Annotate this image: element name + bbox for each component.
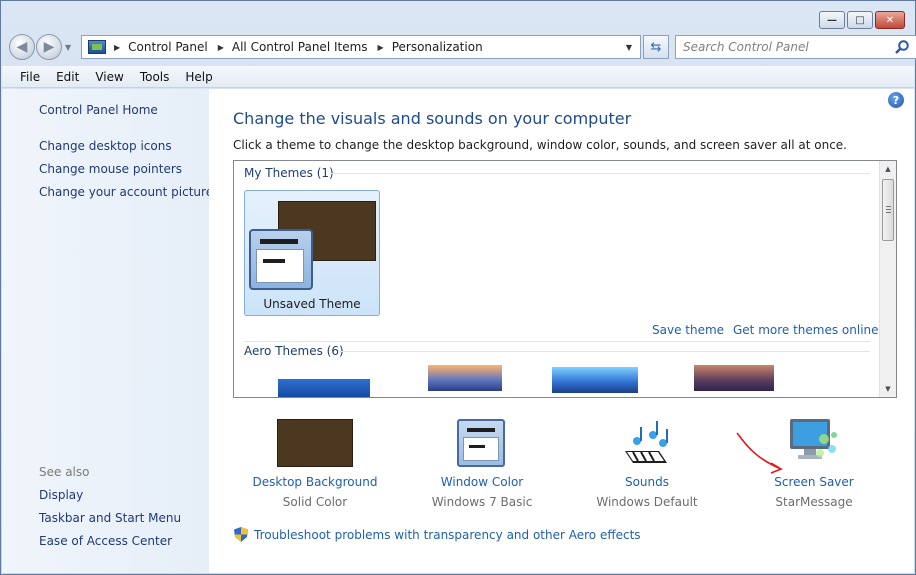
forward-button[interactable]: ▶: [36, 34, 62, 60]
desktop-background-setting[interactable]: Desktop Background Solid Color: [235, 417, 395, 509]
menu-view[interactable]: View: [87, 70, 131, 84]
ease-of-access-link[interactable]: Ease of Access Center: [39, 534, 172, 548]
troubleshoot-link-text[interactable]: Troubleshoot problems with transparency …: [254, 528, 641, 542]
theme-tile-unsaved[interactable]: Unsaved Theme: [244, 190, 380, 316]
scroll-down-icon[interactable]: ▼: [880, 381, 896, 397]
see-also-heading: See also: [39, 465, 90, 479]
aero-theme-thumbnail[interactable]: [428, 365, 502, 391]
page-title: Change the visuals and sounds on your co…: [233, 109, 632, 128]
sounds-value: Windows Default: [596, 495, 698, 509]
breadcrumb-all-items[interactable]: All Control Panel Items: [232, 40, 368, 54]
menu-tools[interactable]: Tools: [132, 70, 178, 84]
desktop-background-icon: [277, 419, 353, 467]
search-input[interactable]: Search Control Panel: [676, 40, 894, 54]
menu-bar: File Edit View Tools Help: [2, 66, 914, 88]
navigation-bar: ◀ ▶ ▼ ▶ Control Panel ▶ All Control Pane…: [9, 33, 916, 61]
close-button[interactable]: ✕: [875, 11, 905, 29]
screen-saver-value: StarMessage: [775, 495, 853, 509]
sounds-setting[interactable]: Sounds Windows Default: [567, 417, 727, 509]
address-dropdown-icon[interactable]: ▼: [626, 43, 632, 52]
taskbar-start-menu-link[interactable]: Taskbar and Start Menu: [39, 511, 181, 525]
group-divider: [330, 173, 870, 174]
shield-icon: [234, 527, 248, 542]
group-divider: [338, 351, 870, 352]
refresh-button[interactable]: ⇆: [643, 35, 669, 59]
my-themes-heading: My Themes (1): [244, 166, 334, 180]
group-divider: [244, 341, 870, 342]
save-theme-link[interactable]: Save theme: [652, 323, 724, 337]
desktop-background-value: Solid Color: [282, 495, 348, 509]
aero-theme-thumbnail[interactable]: [694, 365, 774, 391]
theme-name: Unsaved Theme: [263, 297, 361, 311]
scroll-up-icon[interactable]: ▲: [880, 161, 896, 177]
window-controls: — □ ✕: [819, 11, 905, 29]
window-color-icon: [457, 419, 505, 467]
breadcrumb-separator-icon[interactable]: ▶: [218, 43, 224, 52]
change-mouse-pointers-link[interactable]: Change mouse pointers: [39, 162, 182, 176]
maximize-button[interactable]: □: [847, 11, 873, 29]
themes-scrollbar[interactable]: ▲ ▼: [879, 161, 896, 397]
change-desktop-icons-link[interactable]: Change desktop icons: [39, 139, 172, 153]
screen-saver-icon: [790, 419, 837, 459]
recent-pages-dropdown-icon[interactable]: ▼: [65, 43, 71, 52]
breadcrumb-separator-icon[interactable]: ▶: [378, 43, 384, 52]
themes-list[interactable]: My Themes (1) Unsaved Theme Save theme G…: [233, 160, 897, 398]
change-account-picture-link[interactable]: Change your account picture: [39, 185, 213, 199]
sounds-link[interactable]: Sounds: [567, 475, 727, 489]
sounds-icon: [625, 421, 668, 463]
menu-edit[interactable]: Edit: [48, 70, 87, 84]
help-icon[interactable]: ?: [888, 92, 904, 108]
aero-themes-heading: Aero Themes (6): [244, 344, 344, 358]
theme-window-preview: [249, 229, 313, 290]
control-panel-icon: [88, 40, 106, 54]
minimize-button[interactable]: —: [819, 11, 845, 29]
breadcrumb-personalization[interactable]: Personalization: [392, 40, 483, 54]
aero-theme-thumbnail[interactable]: [278, 379, 370, 397]
aero-theme-thumbnail[interactable]: [552, 367, 638, 393]
window-color-value: Windows 7 Basic: [431, 495, 533, 509]
search-icon[interactable]: [894, 39, 910, 55]
personalization-window: — □ ✕ ◀ ▶ ▼ ▶ Control Panel ▶ All Contro…: [0, 0, 916, 575]
main-content: ? Change the visuals and sounds on your …: [209, 89, 914, 573]
desktop-background-link[interactable]: Desktop Background: [235, 475, 395, 489]
window-color-link[interactable]: Window Color: [402, 475, 562, 489]
get-more-themes-link[interactable]: Get more themes online: [733, 323, 879, 337]
address-bar[interactable]: ▶ Control Panel ▶ All Control Panel Item…: [81, 35, 641, 59]
page-description: Click a theme to change the desktop back…: [233, 138, 847, 152]
search-box[interactable]: Search Control Panel: [675, 35, 916, 59]
control-panel-home-link[interactable]: Control Panel Home: [39, 103, 158, 117]
menu-help[interactable]: Help: [177, 70, 220, 84]
window-color-setting[interactable]: Window Color Windows 7 Basic: [402, 417, 562, 509]
menu-file[interactable]: File: [12, 70, 48, 84]
breadcrumb-separator-icon[interactable]: ▶: [114, 43, 120, 52]
breadcrumb-control-panel[interactable]: Control Panel: [128, 40, 208, 54]
annotation-arrow: [736, 432, 783, 474]
task-pane: Control Panel Home Change desktop icons …: [2, 89, 213, 573]
scroll-thumb[interactable]: [882, 179, 894, 241]
back-button[interactable]: ◀: [9, 34, 35, 60]
display-link[interactable]: Display: [39, 488, 83, 502]
troubleshoot-link[interactable]: Troubleshoot problems with transparency …: [233, 526, 641, 543]
refresh-icon: ⇆: [650, 39, 662, 55]
